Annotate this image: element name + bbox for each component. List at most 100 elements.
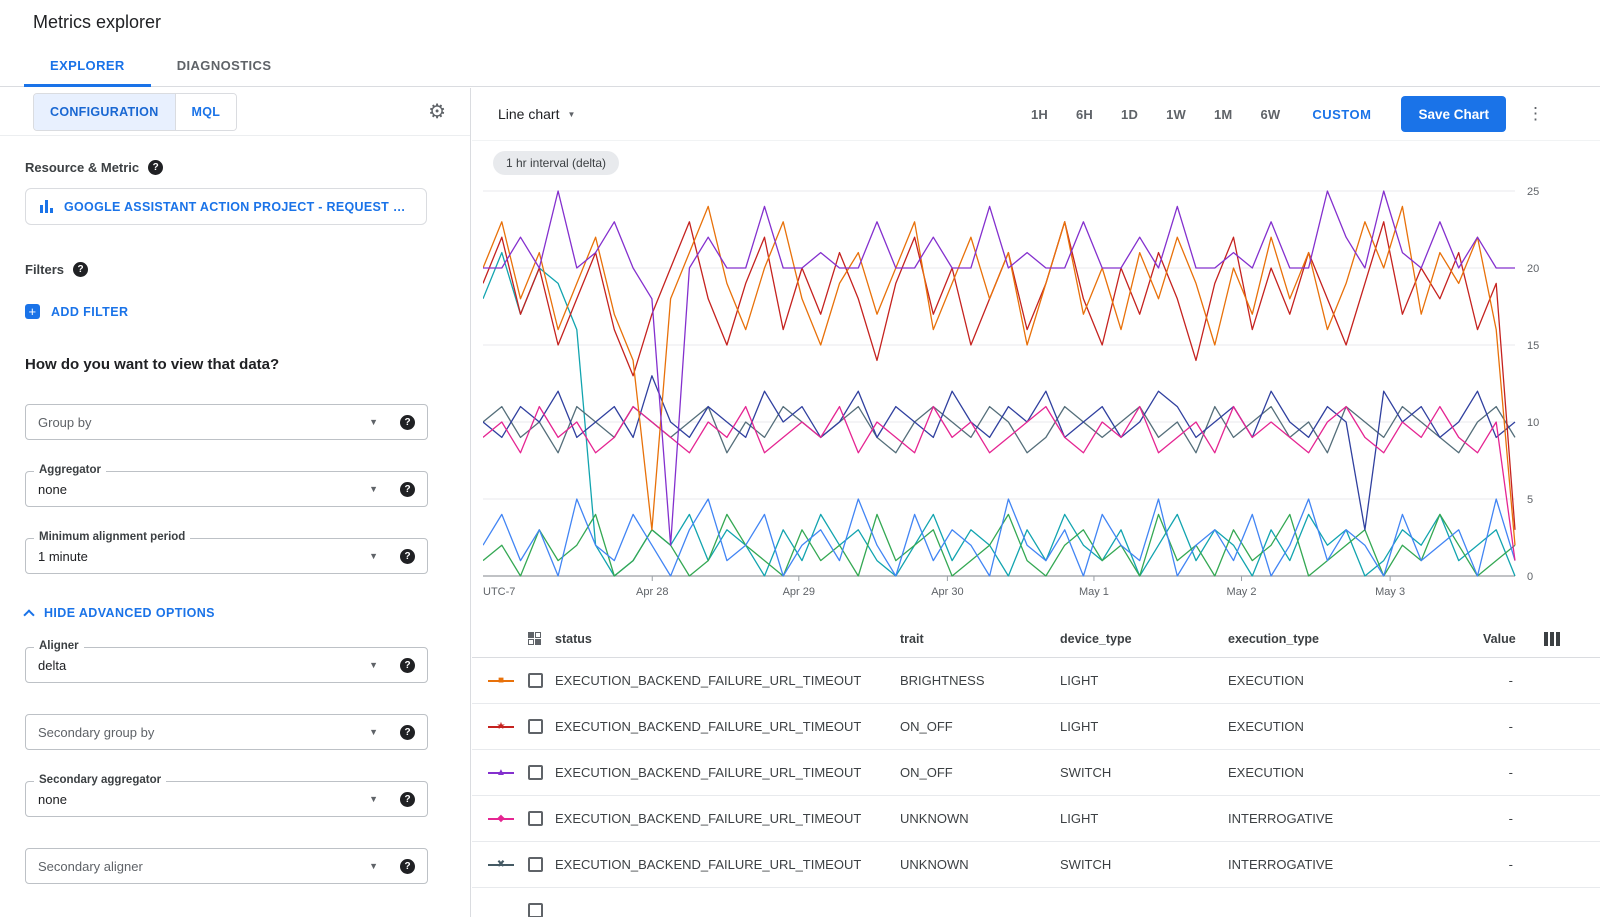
range-custom[interactable]: CUSTOM: [1312, 101, 1371, 128]
column-settings-cell: [1544, 632, 1560, 646]
range-1d[interactable]: 1D: [1121, 101, 1138, 128]
interval-chip[interactable]: 1 hr interval (delta): [493, 151, 619, 175]
range-1w[interactable]: 1W: [1166, 101, 1186, 128]
cell-value: -: [1483, 811, 1513, 826]
tab-explorer[interactable]: EXPLORER: [24, 45, 151, 86]
x-axis-label: Apr 28: [636, 586, 668, 598]
range-6h[interactable]: 6H: [1076, 101, 1093, 128]
line-chart: 0510152025UTC-7Apr 28Apr 29Apr 30May 1Ma…: [483, 187, 1563, 601]
chart-type-dropdown[interactable]: Line chart ▼: [498, 106, 575, 122]
checkbox-cell: [528, 903, 555, 917]
row-checkbox[interactable]: [528, 903, 543, 917]
legend-grid-icon[interactable]: [528, 632, 541, 645]
cell-device-type: SWITCH: [1060, 765, 1228, 780]
x-axis-label: UTC-7: [483, 586, 515, 598]
row-checkbox[interactable]: [528, 719, 543, 734]
help-icon[interactable]: ?: [400, 859, 415, 874]
add-filter-button[interactable]: + ADD FILTER: [25, 304, 128, 319]
help-icon[interactable]: ?: [400, 792, 415, 807]
help-icon[interactable]: ?: [148, 160, 163, 175]
series-marker-icon: ■: [488, 674, 514, 688]
range-6w[interactable]: 6W: [1260, 101, 1280, 128]
field-secondary-aggregator[interactable]: Secondary aggregator none ▼ ?: [25, 781, 428, 817]
mode-switch: CONFIGURATION MQL: [33, 93, 237, 131]
column-header-device-type[interactable]: device_type: [1060, 632, 1228, 646]
table-row: ◆EXECUTION_BACKEND_FAILURE_URL_TIMEOUTUN…: [472, 796, 1600, 842]
field-min-alignment-period[interactable]: Minimum alignment period 1 minute ▼ ?: [25, 538, 428, 574]
configuration-tab[interactable]: CONFIGURATION: [34, 94, 175, 130]
cell-value: -: [1483, 857, 1513, 872]
chart-series-green: [483, 514, 1515, 576]
row-checkbox[interactable]: [528, 811, 543, 826]
chart-series-on-off-switch-execution: [483, 191, 1515, 545]
cell-execution-type: EXECUTION: [1228, 765, 1483, 780]
table-row: ★EXECUTION_BACKEND_FAILURE_URL_TIMEOUTON…: [472, 704, 1600, 750]
range-1m[interactable]: 1M: [1214, 101, 1232, 128]
add-filter-label: ADD FILTER: [51, 305, 128, 319]
y-axis-label: 20: [1527, 263, 1539, 275]
cell-execution-type: INTERROGATIVE: [1228, 857, 1483, 872]
field-value: none: [38, 482, 67, 497]
row-checkbox[interactable]: [528, 673, 543, 688]
hide-advanced-options-button[interactable]: HIDE ADVANCED OPTIONS: [25, 606, 215, 620]
field-aggregator[interactable]: Aggregator none ▼ ?: [25, 471, 428, 507]
checkbox-cell: [528, 673, 555, 688]
chevron-down-icon: ▼: [369, 861, 378, 871]
field-label: Aligner: [34, 640, 84, 652]
metric-selector-label: GOOGLE ASSISTANT ACTION PROJECT - REQUES…: [64, 200, 413, 214]
cell-execution-type: EXECUTION: [1228, 719, 1483, 734]
field-aligner[interactable]: Aligner delta ▼ ?: [25, 647, 428, 683]
chart-area[interactable]: 0510152025UTC-7Apr 28Apr 29Apr 30May 1Ma…: [483, 187, 1600, 606]
row-checkbox[interactable]: [528, 857, 543, 872]
y-axis-label: 25: [1527, 187, 1539, 198]
tab-diagnostics[interactable]: DIAGNOSTICS: [151, 45, 298, 86]
mql-tab[interactable]: MQL: [175, 94, 237, 130]
range-1h[interactable]: 1H: [1031, 101, 1048, 128]
table-row: [472, 888, 1600, 917]
app-header: Metrics explorer: [0, 0, 1600, 45]
metric-selector-button[interactable]: GOOGLE ASSISTANT ACTION PROJECT - REQUES…: [25, 188, 427, 225]
view-data-question: How do you want to view that data?: [25, 356, 446, 373]
series-marker-icon: ★: [488, 720, 514, 734]
chart-toolbar: Line chart ▼ 1H 6H 1D 1W 1M 6W CUSTOM Sa…: [472, 88, 1600, 141]
row-checkbox[interactable]: [528, 765, 543, 780]
x-axis-label: May 1: [1079, 586, 1109, 598]
x-axis-label: May 3: [1375, 586, 1405, 598]
cell-status: EXECUTION_BACKEND_FAILURE_URL_TIMEOUT: [555, 673, 900, 688]
filters-label: Filters: [25, 262, 64, 277]
series-marker-icon: ✖: [488, 858, 514, 872]
help-icon[interactable]: ?: [400, 549, 415, 564]
cell-execution-type: INTERROGATIVE: [1228, 811, 1483, 826]
chevron-down-icon: ▼: [369, 417, 378, 427]
cell-value: -: [1483, 719, 1513, 734]
settings-gear-icon[interactable]: ⚙: [428, 102, 446, 122]
add-icon: +: [25, 304, 40, 319]
field-value: Secondary group by: [38, 725, 154, 740]
sidebar-header: CONFIGURATION MQL ⚙: [0, 88, 470, 136]
cell-trait: ON_OFF: [900, 719, 1060, 734]
more-options-icon[interactable]: ⋮: [1527, 104, 1544, 124]
field-group-by[interactable]: Group by ▼ ?: [25, 404, 428, 440]
field-secondary-group-by[interactable]: Secondary group by ▼ ?: [25, 714, 428, 750]
chevron-down-icon: ▼: [369, 551, 378, 561]
help-icon[interactable]: ?: [400, 482, 415, 497]
save-chart-button[interactable]: Save Chart: [1401, 96, 1506, 132]
column-header-status[interactable]: status: [555, 632, 900, 646]
help-icon[interactable]: ?: [400, 725, 415, 740]
help-icon[interactable]: ?: [400, 658, 415, 673]
resource-metric-section: Resource & Metric ?: [25, 160, 446, 175]
marker-cell: ▲: [488, 766, 528, 780]
help-icon[interactable]: ?: [73, 262, 88, 277]
help-icon[interactable]: ?: [400, 415, 415, 430]
field-secondary-aligner[interactable]: Secondary aligner ▼ ?: [25, 848, 428, 884]
cell-status: EXECUTION_BACKEND_FAILURE_URL_TIMEOUT: [555, 765, 900, 780]
y-axis-label: 5: [1527, 494, 1533, 506]
cell-device-type: LIGHT: [1060, 811, 1228, 826]
chevron-down-icon: ▼: [369, 484, 378, 494]
column-header-value[interactable]: Value: [1483, 632, 1513, 646]
chip-row: 1 hr interval (delta): [472, 141, 1600, 175]
column-header-trait[interactable]: trait: [900, 632, 1060, 646]
column-header-execution-type[interactable]: execution_type: [1228, 632, 1483, 646]
table-body: ■EXECUTION_BACKEND_FAILURE_URL_TIMEOUTBR…: [472, 658, 1600, 917]
column-settings-icon[interactable]: [1544, 632, 1560, 646]
